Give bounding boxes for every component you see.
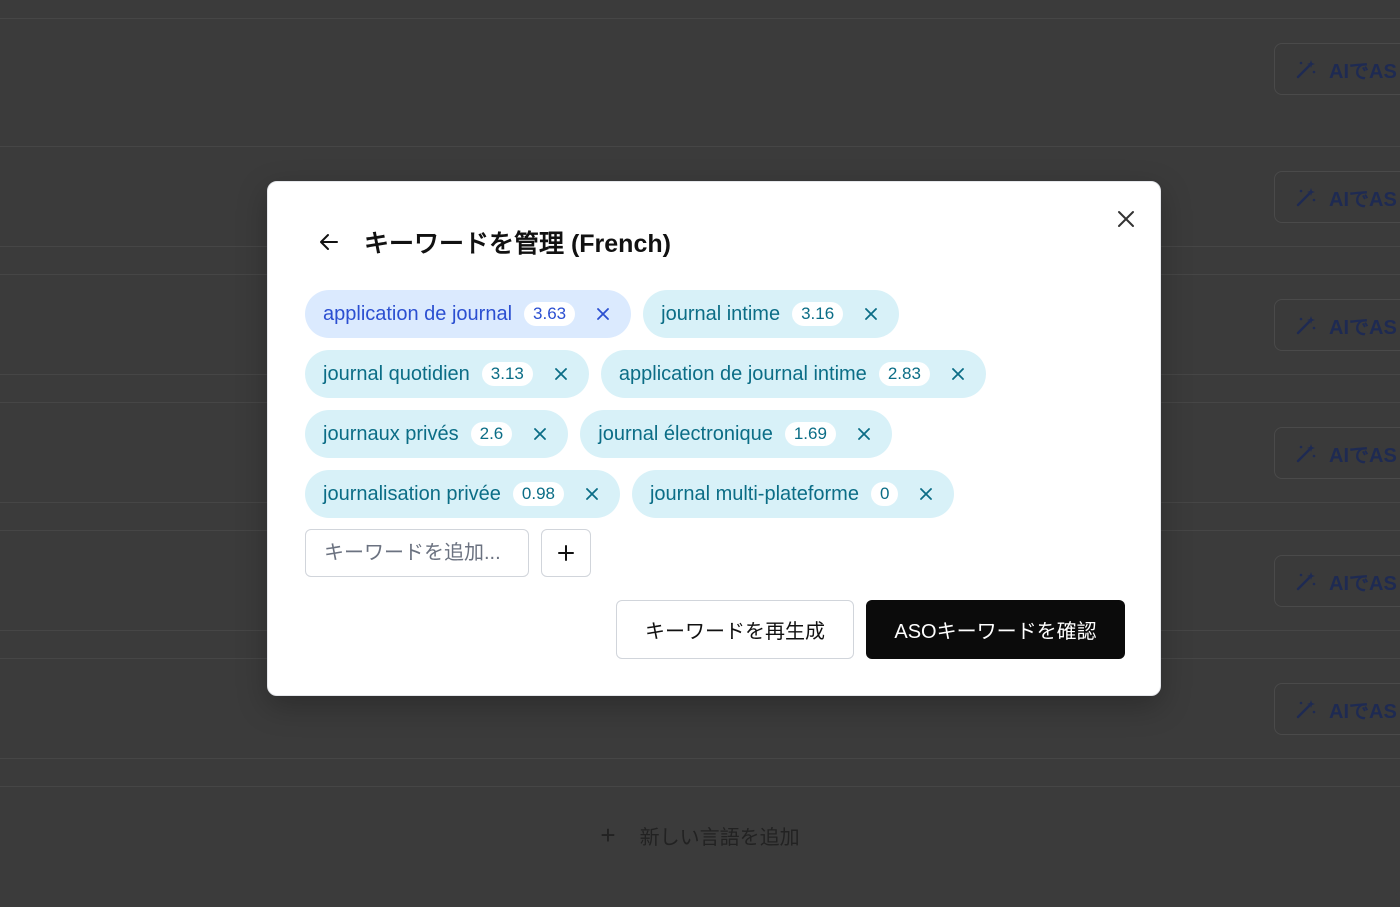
add-language-button[interactable]: + 新しい言語を追加 bbox=[0, 812, 1400, 858]
manage-keywords-dialog: キーワードを管理 (French) application de journal… bbox=[267, 181, 1161, 696]
remove-keyword-button[interactable] bbox=[553, 366, 569, 382]
add-keyword-row bbox=[305, 529, 591, 577]
dialog-footer: キーワードを再生成 ASOキーワードを確認 bbox=[616, 600, 1125, 659]
keyword-label: journal multi-plateforme bbox=[649, 482, 859, 505]
remove-keyword-button[interactable] bbox=[595, 306, 611, 322]
keyword-chip[interactable]: application de journal 3.63 bbox=[305, 290, 632, 338]
keyword-score-badge: 1.69 bbox=[784, 422, 836, 446]
back-button[interactable] bbox=[318, 230, 342, 254]
add-keyword-input[interactable] bbox=[305, 529, 529, 577]
keyword-chip[interactable]: application de journal intime 2.83 bbox=[600, 350, 986, 398]
plus-icon bbox=[558, 545, 574, 561]
keyword-label: application de journal bbox=[323, 302, 513, 325]
magic-wand-icon bbox=[1296, 60, 1316, 79]
keyword-score-badge: 0.98 bbox=[512, 482, 564, 506]
remove-keyword-button[interactable] bbox=[856, 426, 872, 442]
remove-keyword-button[interactable] bbox=[863, 306, 879, 322]
generate-aso-ai-button[interactable]: AIでAS bbox=[1274, 427, 1400, 479]
keyword-chip[interactable]: journal électronique 1.69 bbox=[580, 410, 892, 458]
keyword-label: journaux privés bbox=[323, 422, 459, 445]
keyword-label: application de journal intime bbox=[618, 362, 867, 385]
generate-aso-ai-button[interactable]: AIでAS bbox=[1274, 683, 1400, 735]
keyword-score-badge: 0 bbox=[870, 482, 899, 506]
regenerate-keywords-button[interactable]: キーワードを再生成 bbox=[616, 600, 854, 659]
plus-icon: + bbox=[600, 819, 616, 850]
divider bbox=[0, 786, 1400, 787]
x-icon bbox=[554, 368, 567, 380]
ai-button-label: AIでAS bbox=[1329, 188, 1397, 211]
dialog-title: キーワードを管理 (French) bbox=[364, 230, 671, 258]
add-keyword-button[interactable] bbox=[541, 529, 591, 577]
x-icon bbox=[865, 308, 878, 320]
keyword-score-badge: 3.16 bbox=[792, 302, 844, 326]
magic-wand-icon bbox=[1296, 316, 1316, 335]
close-icon bbox=[1118, 211, 1134, 227]
keyword-label: journalisation privée bbox=[323, 482, 501, 505]
dialog-header: キーワードを管理 (French) bbox=[318, 222, 671, 262]
keyword-chip-list: application de journal 3.63 journal intime… bbox=[305, 290, 1125, 530]
keyword-score-badge: 3.13 bbox=[481, 362, 533, 386]
keyword-chip-row: journalisation privée 0.98 journal multi-p… bbox=[305, 470, 1125, 518]
divider bbox=[0, 758, 1400, 759]
ai-button-label: AIでAS bbox=[1329, 700, 1397, 723]
keyword-score-badge: 3.63 bbox=[524, 302, 576, 326]
keyword-label: journal quotidien bbox=[323, 362, 470, 385]
ai-button-label: AIでAS bbox=[1329, 444, 1397, 467]
keyword-chip[interactable]: journalisation privée 0.98 bbox=[305, 470, 620, 518]
keyword-chip[interactable]: journaux privés 2.6 bbox=[305, 410, 569, 458]
remove-keyword-button[interactable] bbox=[950, 366, 966, 382]
x-icon bbox=[952, 368, 964, 380]
keyword-chip[interactable]: journal quotidien 3.13 bbox=[305, 350, 589, 398]
generate-aso-ai-button[interactable]: AIでAS bbox=[1274, 43, 1400, 95]
arrow-left-icon bbox=[320, 234, 338, 250]
magic-wand-icon bbox=[1296, 572, 1316, 591]
close-button[interactable] bbox=[1114, 207, 1138, 231]
keyword-chip-row: application de journal 3.63 journal intime… bbox=[305, 290, 1125, 338]
keyword-score-badge: 2.83 bbox=[878, 362, 930, 386]
magic-wand-icon bbox=[1296, 700, 1316, 719]
x-icon bbox=[858, 428, 870, 440]
divider bbox=[0, 18, 1400, 19]
keyword-chip-row: journaux privés 2.6 journal électronique 1.… bbox=[305, 410, 1125, 458]
keyword-chip-row: journal quotidien 3.13 application de jour… bbox=[305, 350, 1125, 398]
x-icon bbox=[534, 428, 547, 440]
keyword-label: journal intime bbox=[661, 302, 781, 325]
remove-keyword-button[interactable] bbox=[584, 486, 600, 502]
generate-aso-ai-button[interactable]: AIでAS bbox=[1274, 299, 1400, 351]
generate-aso-ai-button[interactable]: AIでAS bbox=[1274, 555, 1400, 607]
ai-button-label: AIでAS bbox=[1329, 316, 1397, 339]
generate-aso-ai-button[interactable]: AIでAS bbox=[1274, 171, 1400, 223]
keyword-score-badge: 2.6 bbox=[470, 422, 513, 446]
add-language-label: 新しい言語を追加 bbox=[639, 826, 800, 849]
keyword-chip[interactable]: journal multi-plateforme 0 bbox=[631, 470, 955, 518]
remove-keyword-button[interactable] bbox=[532, 426, 548, 442]
x-icon bbox=[586, 488, 598, 500]
x-icon bbox=[920, 488, 933, 500]
remove-keyword-button[interactable] bbox=[918, 486, 934, 502]
keyword-chip[interactable]: journal intime 3.16 bbox=[643, 290, 900, 338]
confirm-aso-keywords-button[interactable]: ASOキーワードを確認 bbox=[866, 600, 1125, 659]
x-icon bbox=[597, 308, 610, 320]
keyword-label: journal électronique bbox=[598, 422, 773, 445]
ai-button-label: AIでAS bbox=[1329, 60, 1397, 83]
magic-wand-icon bbox=[1296, 188, 1316, 207]
ai-button-label: AIでAS bbox=[1329, 572, 1397, 595]
magic-wand-icon bbox=[1296, 444, 1316, 463]
divider bbox=[0, 146, 1400, 147]
